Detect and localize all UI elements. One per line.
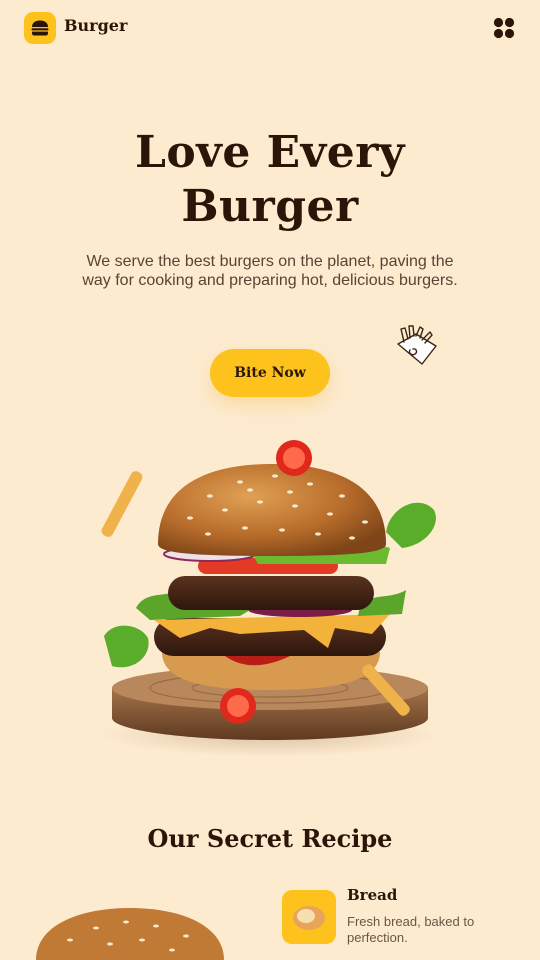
logo[interactable]	[24, 12, 56, 44]
burger-icon	[31, 20, 49, 36]
header: Burger	[0, 0, 540, 56]
brand-name[interactable]: Burger	[64, 16, 127, 35]
fries-icon	[397, 325, 437, 365]
hero-subtitle: We serve the best burgers on the planet,…	[82, 253, 458, 289]
ingredient-description: Fresh bread, baked to perfection.	[347, 914, 475, 945]
ingredient-name: Bread	[347, 886, 398, 904]
hero-title-line-1: Love Every	[134, 127, 405, 178]
hero-title: Love Every Burger	[0, 126, 540, 234]
bun-image	[36, 908, 224, 960]
grid-menu-icon[interactable]	[492, 16, 516, 40]
burger-illustration	[100, 440, 440, 757]
hero-title-line-2: Burger	[181, 181, 359, 232]
bite-now-button[interactable]: Bite Now	[210, 349, 330, 397]
section-title: Our Secret Recipe	[147, 824, 393, 853]
bread-icon	[282, 890, 336, 944]
